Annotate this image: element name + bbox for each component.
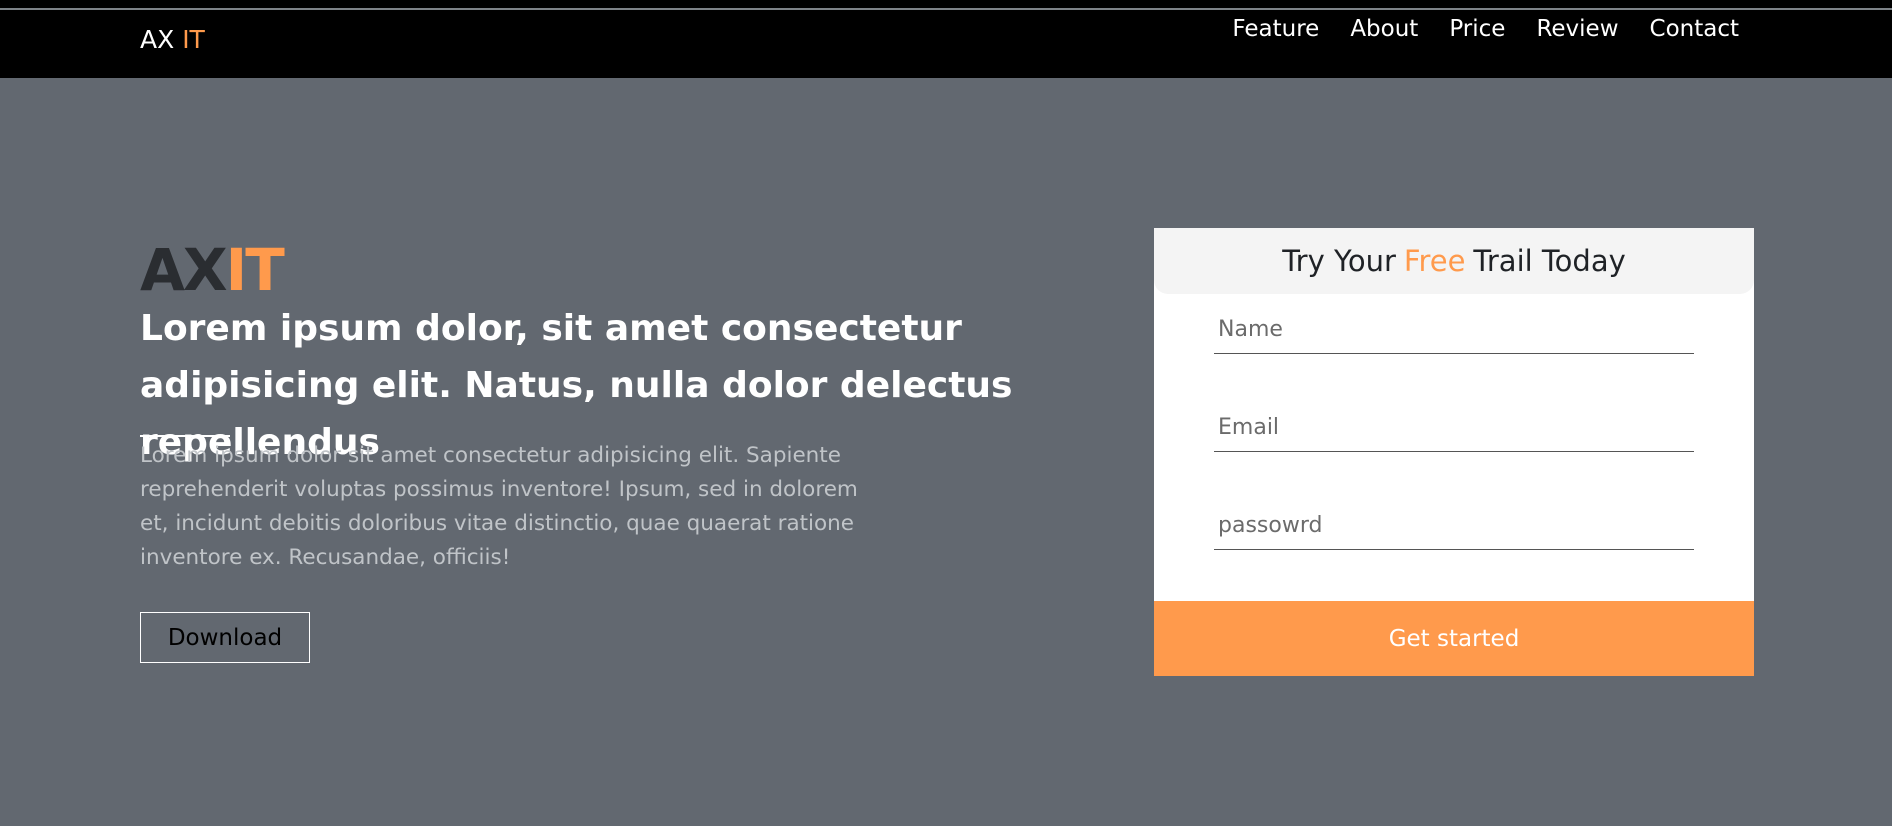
top-border xyxy=(0,0,1892,10)
hero-logo: AXIT xyxy=(140,236,285,304)
nav-link-review[interactable]: Review xyxy=(1536,16,1618,42)
hero-lead-text: Lorem ipsum dolor sit amet consectetur a… xyxy=(140,443,858,570)
brand-logo[interactable]: AX IT xyxy=(140,25,205,54)
signup-title-accent: Free xyxy=(1403,244,1466,278)
signup-title-before: Try Your xyxy=(1282,244,1396,278)
brand-accent: IT xyxy=(182,25,205,54)
nav-link-contact[interactable]: Contact xyxy=(1650,16,1739,42)
nav-link-about[interactable]: About xyxy=(1350,16,1418,42)
get-started-button[interactable]: Get started xyxy=(1154,601,1754,676)
signup-form: Try Your Free Trail Today Get started xyxy=(1154,228,1754,676)
brand-main: AX xyxy=(140,25,175,54)
name-field[interactable] xyxy=(1214,306,1694,354)
signup-form-title: Try Your Free Trail Today xyxy=(1154,228,1754,294)
password-field[interactable] xyxy=(1214,502,1694,550)
nav-link-price[interactable]: Price xyxy=(1449,16,1505,42)
hero-divider xyxy=(140,435,230,437)
hero-logo-main: AX xyxy=(140,236,228,304)
navbar: AX IT Feature About Price Review Contact xyxy=(0,10,1892,78)
signup-title-after: Trail Today xyxy=(1473,244,1626,278)
nav-links: Feature About Price Review Contact xyxy=(1232,16,1739,42)
hero-logo-accent: IT xyxy=(225,236,285,304)
email-field[interactable] xyxy=(1214,404,1694,452)
download-button[interactable]: Download xyxy=(140,612,310,663)
nav-link-feature[interactable]: Feature xyxy=(1232,16,1319,42)
